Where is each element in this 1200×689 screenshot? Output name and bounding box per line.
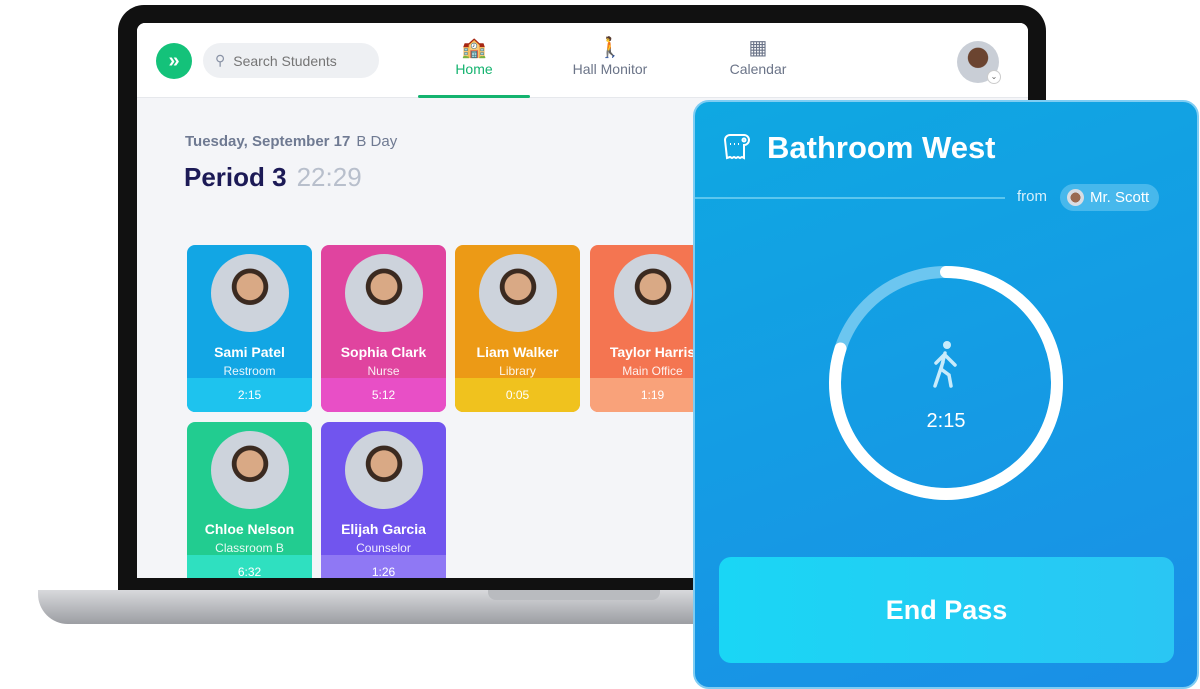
- tab-label: Calendar: [729, 61, 787, 77]
- student-photo: [478, 254, 557, 332]
- student-photo: [613, 254, 692, 332]
- teacher-avatar: [1067, 189, 1084, 206]
- top-bar: » ⚲ 🏫 Home 🚶 Hall Monitor ▦ Calendar ⌄: [137, 23, 1028, 98]
- student-photo: [210, 254, 289, 332]
- period-title: Period 3 22:29: [184, 162, 362, 192]
- pass-timer: 5:12: [321, 378, 446, 412]
- student-name: Chloe Nelson: [204, 521, 295, 537]
- student-location: Library: [499, 364, 536, 378]
- student-name: Sophia Clark: [340, 344, 427, 360]
- walking-person-icon: [933, 341, 957, 388]
- date-line: Tuesday, September 17 B Day: [185, 133, 398, 150]
- calendar-icon: ▦: [748, 37, 768, 59]
- laptop-notch: [488, 590, 660, 600]
- search-input[interactable]: [233, 52, 364, 69]
- student-name: Elijah Garcia: [341, 521, 426, 537]
- pass-card: Bathroom West from Mr. Scott 2:15 End Pa…: [693, 100, 1199, 689]
- divider: [695, 197, 1005, 199]
- pass-timer: 2:15: [187, 378, 312, 412]
- tab-calendar[interactable]: ▦ Calendar: [702, 35, 814, 77]
- student-photo: [344, 431, 423, 509]
- student-name: Liam Walker: [476, 344, 559, 360]
- school-icon: 🏫: [461, 37, 487, 59]
- search-icon: ⚲: [215, 52, 226, 68]
- chevron-down-icon[interactable]: ⌄: [987, 70, 1001, 84]
- walking-people-icon: 🚶: [597, 37, 623, 59]
- tab-label: Hall Monitor: [572, 61, 648, 77]
- student-card[interactable]: Chloe Nelson Classroom B 6:32: [187, 422, 312, 578]
- app-logo[interactable]: »: [156, 43, 192, 79]
- student-location: Classroom B: [215, 541, 284, 555]
- elapsed-time: 2:15: [926, 410, 966, 432]
- end-pass-button[interactable]: End Pass: [719, 557, 1174, 663]
- student-card[interactable]: Sami Patel Restroom 2:15: [187, 245, 312, 412]
- student-location: Restroom: [223, 364, 276, 378]
- tab-label: Home: [455, 61, 493, 77]
- search-box[interactable]: ⚲: [203, 43, 379, 78]
- toilet-paper-icon: [723, 134, 750, 160]
- pass-timer: 6:32: [187, 555, 312, 578]
- student-photo: [344, 254, 423, 332]
- teacher-badge: Mr. Scott: [1060, 184, 1160, 211]
- student-location: Counselor: [356, 541, 411, 555]
- pass-timer: 1:26: [321, 555, 446, 578]
- tab-home[interactable]: 🏫 Home: [418, 35, 530, 98]
- period-timer: 22:29: [296, 162, 362, 192]
- student-name: Sami Patel: [214, 344, 285, 360]
- student-photo: [210, 431, 289, 509]
- day-type: B Day: [356, 133, 398, 150]
- pass-timer: 0:05: [455, 378, 580, 412]
- student-card[interactable]: Elijah Garcia Counselor 1:26: [321, 422, 446, 578]
- student-card[interactable]: Sophia Clark Nurse 5:12: [321, 245, 446, 412]
- student-card[interactable]: Liam Walker Library 0:05: [455, 245, 580, 412]
- student-location: Nurse: [367, 364, 400, 378]
- tab-hall-monitor[interactable]: 🚶 Hall Monitor: [554, 35, 666, 77]
- from-label: from: [1017, 188, 1047, 205]
- pass-destination: Bathroom West: [767, 130, 996, 165]
